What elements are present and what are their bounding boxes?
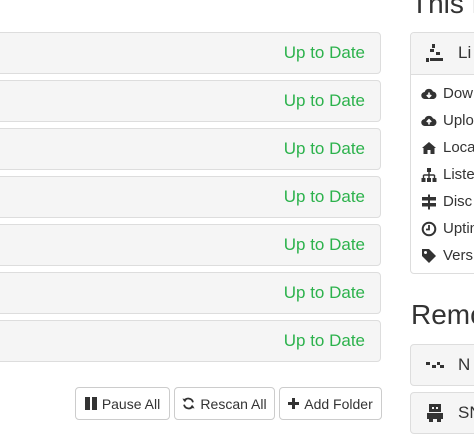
folder-status: Up to Date xyxy=(283,283,365,302)
version-row: Versi xyxy=(411,242,474,269)
plus-icon xyxy=(288,398,300,409)
folder-panel[interactable]: Up to Date xyxy=(0,32,381,74)
folder-panel[interactable]: Up to Date xyxy=(0,224,381,266)
add-folder-button[interactable]: Add Folder xyxy=(279,387,382,420)
folder-status: Up to Date xyxy=(283,91,365,110)
remote-device-name: N xyxy=(458,355,471,374)
folder-status: Up to Date xyxy=(283,331,365,350)
rescan-all-label: Rescan All xyxy=(200,395,267,412)
signpost-icon xyxy=(422,194,436,209)
cloud-download-icon xyxy=(421,88,437,99)
discovery-row: Disc xyxy=(411,188,474,215)
pause-all-label: Pause All xyxy=(101,395,161,412)
rescan-all-button[interactable]: Rescan All xyxy=(174,387,275,420)
upload-rate-row: Uplo xyxy=(411,107,474,134)
listeners-label: Liste xyxy=(443,165,474,183)
discovery-label: Disc xyxy=(443,192,473,210)
folder-panel[interactable]: Up to Date xyxy=(0,80,381,122)
uptime-label: Uptin xyxy=(443,219,474,237)
pause-icon xyxy=(84,397,97,410)
remote-devices-heading: Remo xyxy=(411,299,474,330)
device-icon xyxy=(427,404,443,422)
folder-panel[interactable]: Up to Date xyxy=(0,176,381,218)
this-device-panel-header[interactable]: Li xyxy=(411,33,474,75)
upload-rate-label: Uplo xyxy=(443,111,474,129)
pause-all-button[interactable]: Pause All xyxy=(75,387,170,420)
local-state-row: Loca xyxy=(411,134,474,161)
tag-icon xyxy=(422,248,436,263)
folder-panel[interactable]: Up to Date xyxy=(0,272,381,314)
download-rate-label: Dow xyxy=(443,84,474,102)
refresh-icon xyxy=(182,397,196,410)
folder-panel[interactable]: Up to Date xyxy=(0,128,381,170)
home-icon xyxy=(422,141,436,154)
qrcode-icon xyxy=(426,44,443,62)
folder-status: Up to Date xyxy=(283,235,365,254)
this-device-name: Li xyxy=(458,43,472,62)
folder-status: Up to Date xyxy=(283,187,365,206)
this-device-heading: This D xyxy=(411,0,474,19)
download-rate-row: Dow xyxy=(411,80,474,107)
remote-device-name: SN xyxy=(458,403,474,422)
remote-device-panel[interactable]: SN xyxy=(410,392,474,434)
folder-panel[interactable]: Up to Date xyxy=(0,320,381,362)
this-device-panel: Li Dow Uplo Loca Liste Disc Upti Versi xyxy=(410,32,474,274)
device-icon xyxy=(426,362,444,368)
local-state-label: Loca xyxy=(443,138,474,156)
remote-device-panel[interactable]: N xyxy=(410,344,474,386)
sitemap-icon xyxy=(421,167,437,182)
folder-status: Up to Date xyxy=(283,43,365,62)
add-folder-label: Add Folder xyxy=(304,395,373,412)
clock-icon xyxy=(421,221,437,236)
cloud-upload-icon xyxy=(421,115,437,126)
listeners-row: Liste xyxy=(411,161,474,188)
version-label: Versi xyxy=(443,246,474,264)
folder-status: Up to Date xyxy=(283,139,365,158)
uptime-row: Uptin xyxy=(411,215,474,242)
